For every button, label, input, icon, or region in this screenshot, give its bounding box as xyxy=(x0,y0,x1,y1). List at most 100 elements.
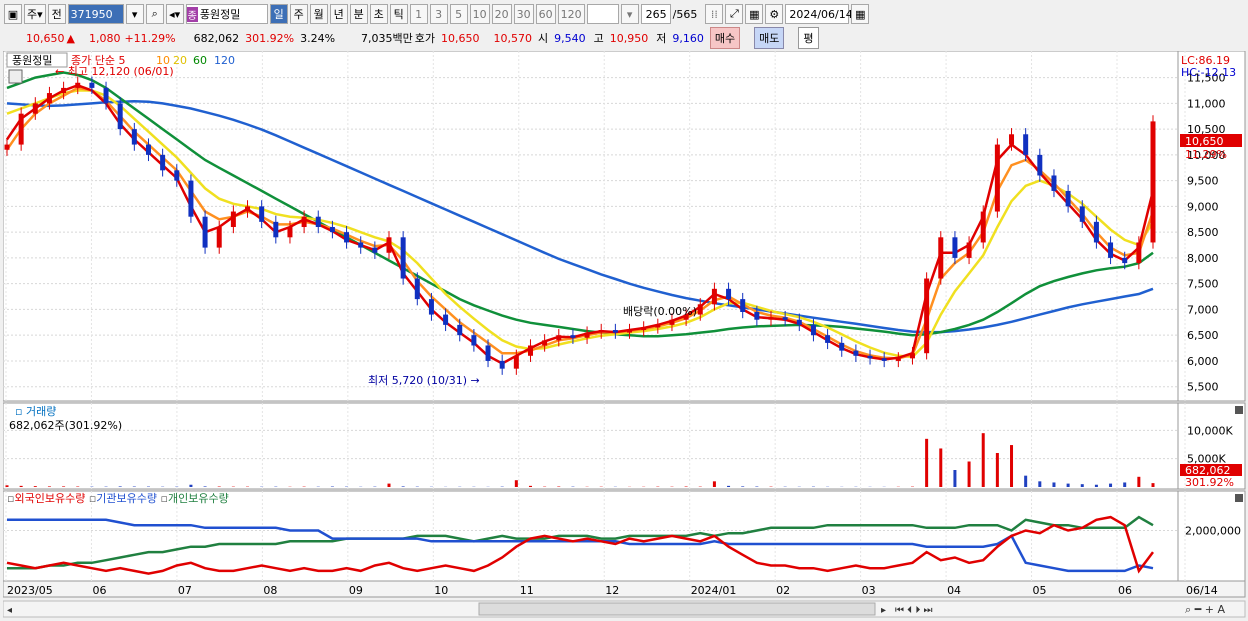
candle-body xyxy=(344,232,350,243)
speaker-icon[interactable]: ◂▾ xyxy=(165,4,184,24)
interval-1[interactable]: 1 xyxy=(409,4,428,24)
volume-bar xyxy=(528,485,532,487)
prev-button[interactable]: 전 xyxy=(47,4,66,24)
stock-chart[interactable]: 11,50011,00010,50010,0009,5009,0008,5008… xyxy=(3,51,1248,621)
period-second-tab[interactable]: 초 xyxy=(369,4,388,24)
quote-label: 호가 xyxy=(414,32,436,45)
scroll-right-icon[interactable]: ▸ xyxy=(881,605,886,616)
candle-body xyxy=(527,345,533,356)
candle-body xyxy=(315,216,321,227)
save-icon[interactable]: ▦ xyxy=(745,4,764,24)
scroll-thumb[interactable] xyxy=(478,602,876,616)
volume-tag-pct: 301.92% xyxy=(1185,476,1234,489)
candle-body xyxy=(372,247,378,253)
candle-body xyxy=(796,319,802,325)
candle-body xyxy=(75,82,81,88)
buy-button[interactable]: 매수 xyxy=(709,27,741,49)
volume-bar xyxy=(1024,475,1028,487)
candle-body xyxy=(881,358,887,361)
interval-60[interactable]: 60 xyxy=(535,4,556,24)
volume-bar xyxy=(953,470,957,487)
calendar-icon[interactable]: ▦ xyxy=(851,4,870,24)
search-icon[interactable]: ⌕ xyxy=(145,4,164,24)
volume-bar xyxy=(981,433,985,487)
volume-tick-label: 10,000K xyxy=(1187,424,1233,437)
volume-panel[interactable] xyxy=(3,402,1179,490)
price-tick-label: 11,000 xyxy=(1187,97,1226,110)
custom-interval-input[interactable] xyxy=(586,4,619,24)
draw-tool-icon[interactable]: ⤢ xyxy=(725,4,744,24)
period-minute-tab[interactable]: 분 xyxy=(349,4,368,24)
stock-code-value: 371950 xyxy=(70,7,113,21)
legend-inst: 기관보유수량 xyxy=(96,492,157,505)
period-month-tab[interactable]: 월 xyxy=(309,4,328,24)
candle-body xyxy=(641,327,647,331)
table-icon[interactable] xyxy=(8,69,23,84)
candle-body xyxy=(994,144,1000,212)
volume-bar xyxy=(1109,483,1113,487)
candle-body xyxy=(230,211,236,227)
sell-button[interactable]: 매도 xyxy=(754,27,785,49)
scroll-left-icon[interactable]: ◂ xyxy=(7,605,12,616)
candle-body xyxy=(867,355,873,359)
interval-20[interactable]: 20 xyxy=(491,4,512,24)
volume-bar xyxy=(1080,484,1084,487)
zoom-controls[interactable]: ⌕ ━ + A xyxy=(1185,603,1225,616)
candle-body xyxy=(627,330,633,333)
volume-bar xyxy=(712,481,716,487)
high-label: 고 xyxy=(593,32,604,45)
candle-body xyxy=(485,345,491,361)
grid-icon[interactable]: ⁞⁞ xyxy=(705,4,724,24)
candle-body xyxy=(782,317,788,320)
volume-bar xyxy=(1137,476,1141,487)
volume-close-icon[interactable] xyxy=(1235,406,1243,414)
date-label: 11 xyxy=(520,584,534,597)
holder-close-icon[interactable] xyxy=(1235,494,1243,502)
candle-body xyxy=(556,335,562,341)
stock-code-input[interactable]: 371950 xyxy=(67,4,124,24)
candle-body xyxy=(216,227,222,248)
stock-name-box[interactable]: 종 풍원정밀 xyxy=(185,4,268,24)
high-price: 10,950 xyxy=(609,31,649,45)
count-input[interactable]: 265 xyxy=(640,4,671,24)
price-tick-label: 8,500 xyxy=(1187,226,1219,239)
candle-body xyxy=(428,299,434,315)
open-label: 시 xyxy=(538,32,549,45)
type-select[interactable]: 주 ▾ xyxy=(24,4,46,24)
candle-body xyxy=(754,312,760,320)
candle-body xyxy=(145,144,151,155)
interval-dropdown-icon[interactable]: ▾ xyxy=(620,4,639,24)
period-week-tab[interactable]: 주 xyxy=(289,4,308,24)
candle-body xyxy=(174,170,180,181)
interval-30[interactable]: 30 xyxy=(513,4,534,24)
candle-body xyxy=(1065,190,1071,207)
date-input[interactable]: 2024/06/14 xyxy=(785,4,853,24)
interval-120[interactable]: 120 xyxy=(557,4,585,24)
volume-title: ▫ 거래량 xyxy=(15,405,56,418)
ask-price: 10,650 xyxy=(441,31,480,45)
interval-3[interactable]: 3 xyxy=(429,4,448,24)
interval-5[interactable]: 5 xyxy=(449,4,468,24)
period-day-tab[interactable]: 일 xyxy=(269,4,288,24)
date-label: 06 xyxy=(92,584,106,597)
gear-icon[interactable]: ⚙ xyxy=(765,4,784,24)
candle-body xyxy=(273,221,279,238)
price-pct-tag: 11.29% xyxy=(1185,148,1227,161)
playback-controls[interactable]: ⏮ ⏴ ⏵ ⏭ xyxy=(895,605,933,616)
legend-individual: 개인보유수량 xyxy=(168,492,229,505)
code-dropdown-icon[interactable]: ▾ xyxy=(125,4,144,24)
turnover-rate: 3.24% xyxy=(300,31,336,45)
interval-10[interactable]: 10 xyxy=(469,4,490,24)
average-button[interactable]: 평 xyxy=(798,27,819,49)
candle-body xyxy=(117,103,123,130)
volume-bar xyxy=(118,486,122,487)
candle-body xyxy=(131,129,137,145)
period-tick-tab[interactable]: 틱 xyxy=(389,4,408,24)
window-icon[interactable]: ▣ xyxy=(4,4,22,24)
low-label: 저 xyxy=(656,32,667,45)
period-year-tab[interactable]: 년 xyxy=(329,4,348,24)
candle-body xyxy=(513,355,519,369)
price-tick-label: 7,000 xyxy=(1187,303,1219,316)
candle-body xyxy=(768,317,774,320)
price-change-pct: +11.29% xyxy=(124,31,176,45)
